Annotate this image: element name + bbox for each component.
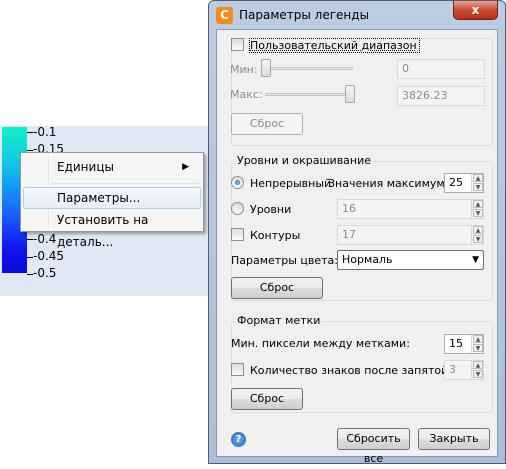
max-values-spin[interactable]: ▲ ▼ — [471, 174, 483, 192]
levels-radio[interactable] — [231, 202, 244, 215]
max-slider-thumb[interactable] — [345, 85, 355, 103]
contours-label: Контуры — [250, 229, 301, 242]
reset-all-button[interactable]: Сбросить все — [337, 428, 410, 465]
levels-stepper[interactable]: 16 ▲ ▼ — [337, 199, 484, 219]
custom-range-checkbox[interactable] — [231, 38, 244, 51]
context-menu: Единицы ▶ Параметры... Установить на дет… — [20, 152, 204, 249]
max-values-label: Значения максимума: — [328, 177, 456, 190]
min-pixels-stepper[interactable]: 15 ▲ ▼ — [444, 334, 484, 354]
min-slider-track — [265, 67, 353, 70]
min-pixels-spin[interactable]: ▲ ▼ — [471, 335, 483, 353]
max-slider-track — [265, 93, 353, 96]
color-params-value: Нормаль — [342, 253, 393, 266]
dialog-title: Параметры легенды — [239, 8, 370, 22]
close-button[interactable]: Закрыть — [418, 428, 490, 450]
decimals-value: 3 — [449, 363, 456, 376]
contours-value: 17 — [342, 228, 356, 241]
continuous-label: Непрерывный — [250, 177, 332, 190]
decimals-spin[interactable]: ▲ ▼ — [471, 361, 483, 379]
menu-item-set-on-part[interactable]: Установить на деталь... — [23, 209, 201, 249]
custom-range-reset-button[interactable]: Сброс — [231, 113, 303, 135]
custom-range-label: Пользовательский диапазон — [249, 38, 420, 53]
window-close-button[interactable]: x — [453, 1, 498, 20]
max-label: Макс: — [230, 88, 263, 101]
min-slider-thumb[interactable] — [261, 59, 271, 77]
label-format-reset-button[interactable]: Сброс — [231, 388, 303, 410]
min-label: Мин: — [230, 63, 258, 76]
help-icon[interactable]: ? — [231, 432, 246, 447]
chevron-down-icon: ▼ — [472, 255, 479, 265]
legend-parameters-dialog: C Параметры легенды x Пользовательский д… — [208, 0, 506, 465]
menu-item-label: Параметры... — [57, 191, 141, 205]
levels-value: 16 — [342, 202, 356, 215]
min-pixels-value: 15 — [449, 337, 463, 350]
decimals-stepper[interactable]: 3 ▲ ▼ — [444, 360, 484, 380]
levels-group-title: Уровни и окрашивание — [235, 154, 374, 167]
max-value-field[interactable]: 3826.23 — [397, 86, 485, 106]
dialog-client-area: Пользовательский диапазон Мин: 0 Макс: 3… — [216, 29, 498, 465]
contours-spin[interactable]: ▲ ▼ — [471, 226, 483, 244]
app-icon: C — [216, 7, 233, 24]
color-params-select[interactable]: Нормаль ▼ — [337, 250, 484, 270]
contours-checkbox[interactable] — [231, 228, 244, 241]
menu-item-label: Единицы — [57, 160, 114, 174]
min-pixels-label: Мин. пиксели между метками: — [231, 337, 410, 350]
levels-reset-button[interactable]: Сброс — [231, 277, 323, 299]
menu-item-parameters[interactable]: Параметры... — [23, 187, 201, 209]
min-value-field[interactable]: 0 — [397, 59, 485, 79]
max-values-value: 25 — [449, 176, 463, 189]
continuous-radio[interactable] — [231, 176, 244, 189]
menu-item-units[interactable]: Единицы ▶ — [23, 156, 201, 178]
tick-label: -0.4 — [33, 232, 57, 246]
tick-label: -0.1 — [33, 125, 57, 139]
max-values-stepper[interactable]: 25 ▲ ▼ — [444, 173, 484, 193]
submenu-arrow-icon: ▶ — [182, 162, 189, 172]
decimals-label: Количество знаков после запятой: — [250, 364, 452, 377]
levels-spin[interactable]: ▲ ▼ — [471, 200, 483, 218]
contours-stepper[interactable]: 17 ▲ ▼ — [337, 225, 484, 245]
label-format-group-title: Формат метки — [235, 314, 323, 327]
menu-separator — [51, 183, 199, 184]
decimals-checkbox[interactable] — [231, 363, 244, 376]
tick-label: -0.5 — [33, 266, 57, 280]
color-params-label: Параметры цвета: — [231, 254, 338, 267]
levels-label: Уровни — [250, 203, 292, 216]
